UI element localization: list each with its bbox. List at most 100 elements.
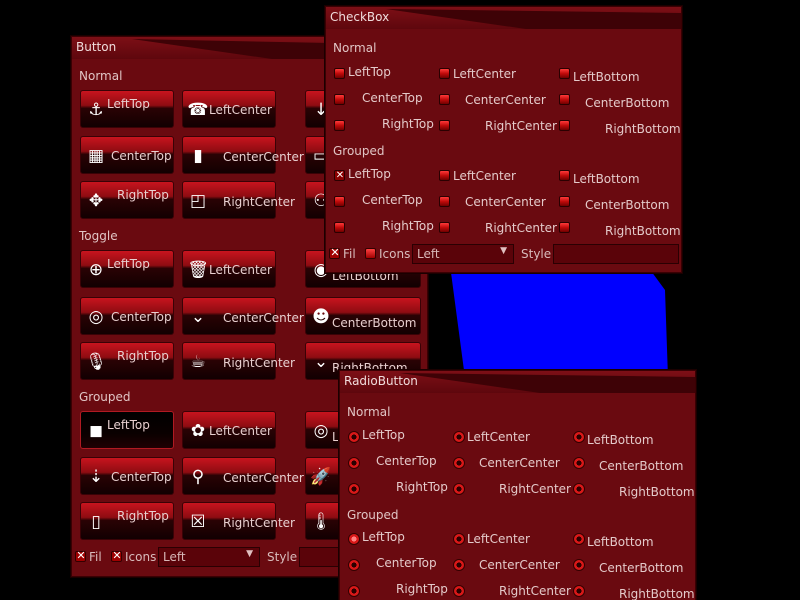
checkbox-normal-label: RightBottom xyxy=(605,122,681,136)
mobile-icon: ▯ xyxy=(91,512,101,532)
record-icon: ◎ xyxy=(88,307,104,327)
checkbox-grouped-label: LeftTop xyxy=(348,167,391,181)
button-normal-rightcenter[interactable]: ◰ RightCenter xyxy=(182,181,295,219)
radio-grouped-rightcenter[interactable] xyxy=(453,585,465,597)
checkbox-grouped-centerbottom[interactable] xyxy=(559,196,570,207)
alignment-select[interactable]: Left ▼ xyxy=(158,547,260,567)
button-toggle-rightcenter[interactable]: ☕ RightCenter xyxy=(182,342,295,380)
radio-grouped-centerbottom[interactable] xyxy=(573,559,585,571)
button-grouped-centertop[interactable]: ⇣ CenterTop xyxy=(80,457,174,495)
button-label: CenterCenter xyxy=(223,311,304,325)
radio-normal-rightcenter[interactable] xyxy=(453,483,465,495)
checkbox-window-titlebar[interactable]: CheckBox xyxy=(326,7,681,29)
button-label: LeftCenter xyxy=(209,103,272,117)
button-normal-righttop[interactable]: ✥ RightTop xyxy=(80,181,174,219)
radio-grouped-lefttop[interactable] xyxy=(348,533,360,545)
radiobutton-window-titlebar[interactable]: RadioButton xyxy=(340,371,695,393)
radio-grouped-righttop[interactable] xyxy=(348,585,360,597)
checkbox-normal-leftcenter[interactable] xyxy=(439,68,450,79)
checkbox-grouped-label: CenterBottom xyxy=(585,198,670,212)
button-normal-centertop[interactable]: ▦ CenterTop xyxy=(80,136,174,174)
section-grouped-label: Grouped xyxy=(333,144,385,158)
button-grouped-leftcenter[interactable]: ✿ LeftCenter xyxy=(182,411,276,449)
radio-grouped-centertop[interactable] xyxy=(348,559,360,571)
stop-icon: ◼ xyxy=(88,421,104,441)
reddit-icon: ☻ xyxy=(312,307,330,327)
radio-grouped-centercenter[interactable] xyxy=(453,559,465,571)
radio-grouped-leftbottom[interactable] xyxy=(573,533,585,545)
radio-normal-centercenter[interactable] xyxy=(453,457,465,469)
checkbox-normal-centertop[interactable] xyxy=(334,94,345,105)
button-grouped-lefttop[interactable]: ◼ LeftTop xyxy=(80,411,174,449)
checkbox-grouped-centertop[interactable] xyxy=(334,196,345,207)
button-toggle-centertop[interactable]: ◎ CenterTop xyxy=(80,297,174,335)
checkbox-grouped-rightcenter[interactable] xyxy=(439,222,450,233)
radio-normal-rightbottom[interactable] xyxy=(573,483,585,495)
button-grouped-centercenter[interactable]: ⚲ CenterCenter xyxy=(182,457,304,495)
checkbox-grouped-rightbottom[interactable] xyxy=(559,222,570,233)
style-input[interactable] xyxy=(553,244,679,264)
fill-checkbox[interactable] xyxy=(329,246,340,260)
radio-grouped-label: LeftBottom xyxy=(587,535,654,549)
section-toggle-label: Toggle xyxy=(79,229,118,243)
checkbox-grouped-leftcenter[interactable] xyxy=(439,170,450,181)
radio-normal-label: LeftBottom xyxy=(587,433,654,447)
button-grouped-rightcenter[interactable]: ☒ RightCenter xyxy=(182,502,295,540)
thermometer-icon: 🌡 xyxy=(310,512,332,532)
alignment-value: Left xyxy=(417,247,440,261)
checkbox-grouped-righttop[interactable] xyxy=(334,222,345,233)
icons-checkbox[interactable] xyxy=(365,248,376,259)
checkbox-grouped-label: RightCenter xyxy=(485,221,557,235)
radio-normal-centerbottom[interactable] xyxy=(573,457,585,469)
radio-normal-righttop[interactable] xyxy=(348,483,360,495)
button-label: CenterCenter xyxy=(223,150,304,164)
radio-grouped-rightbottom[interactable] xyxy=(573,585,585,597)
icons-label: Icons xyxy=(379,247,411,261)
radio-normal-leftcenter[interactable] xyxy=(453,431,465,443)
fill-checkbox[interactable] xyxy=(75,549,86,563)
radio-grouped-label: CenterTop xyxy=(376,556,437,570)
radio-normal-label: RightTop xyxy=(396,480,448,494)
button-normal-lefttop[interactable]: ⚓ LeftTop xyxy=(80,90,174,128)
checkbox-grouped-label: LeftCenter xyxy=(453,169,516,183)
icons-checkbox[interactable] xyxy=(111,549,122,563)
button-toggle-centercenter[interactable]: ⌄ CenterCenter xyxy=(182,297,304,335)
checkbox-normal-rightcenter[interactable] xyxy=(439,120,450,131)
checkbox-grouped-lefttop[interactable] xyxy=(334,169,345,182)
checkbox-normal-centercenter[interactable] xyxy=(439,94,450,105)
radio-normal-leftbottom[interactable] xyxy=(573,431,585,443)
section-grouped-label: Grouped xyxy=(347,508,399,522)
checkbox-normal-label: CenterTop xyxy=(362,91,423,105)
radio-normal-centertop[interactable] xyxy=(348,457,360,469)
chevrons-down-icon: ⌄ xyxy=(190,307,206,327)
checkbox-normal-centerbottom[interactable] xyxy=(559,94,570,105)
button-toggle-centerbottom[interactable]: ☻ CenterBottom xyxy=(305,297,421,335)
checkbox-normal-leftbottom[interactable] xyxy=(559,68,570,79)
checkbox-normal-lefttop[interactable] xyxy=(334,68,345,79)
checkbox-normal-label: LeftBottom xyxy=(573,70,640,84)
radio-grouped-label: CenterCenter xyxy=(479,558,560,572)
icons-label: Icons xyxy=(125,550,157,564)
radio-normal-label: LeftCenter xyxy=(467,430,530,444)
checkbox-normal-righttop[interactable] xyxy=(334,120,345,131)
radio-normal-label: RightCenter xyxy=(499,482,571,496)
close-box-icon: ☒ xyxy=(190,512,206,532)
checkbox-grouped-leftbottom[interactable] xyxy=(559,170,570,181)
button-toggle-leftcenter[interactable]: 🗑 LeftCenter xyxy=(182,250,276,288)
button-toggle-righttop[interactable]: 🎙 RightTop xyxy=(80,342,174,380)
button-toggle-lefttop[interactable]: ⊕ LeftTop xyxy=(80,250,174,288)
button-normal-centercenter[interactable]: ▮ CenterCenter xyxy=(182,136,304,174)
radio-normal-lefttop[interactable] xyxy=(348,431,360,443)
sort-numeric-icon: ⇣ xyxy=(88,467,104,487)
button-normal-leftcenter[interactable]: ☎ LeftCenter xyxy=(182,90,276,128)
fill-label: Fil xyxy=(343,247,356,261)
alignment-select[interactable]: Left ▼ xyxy=(412,244,514,264)
expand-icon: ✥ xyxy=(88,191,104,211)
radio-grouped-leftcenter[interactable] xyxy=(453,533,465,545)
checkbox-normal-label: RightCenter xyxy=(485,119,557,133)
button-grouped-righttop[interactable]: ▯ RightTop xyxy=(80,502,174,540)
checkbox-normal-rightbottom[interactable] xyxy=(559,120,570,131)
chevron-down-icon: ⌄ xyxy=(313,352,329,372)
button-label: RightCenter xyxy=(223,356,295,370)
checkbox-grouped-centercenter[interactable] xyxy=(439,196,450,207)
